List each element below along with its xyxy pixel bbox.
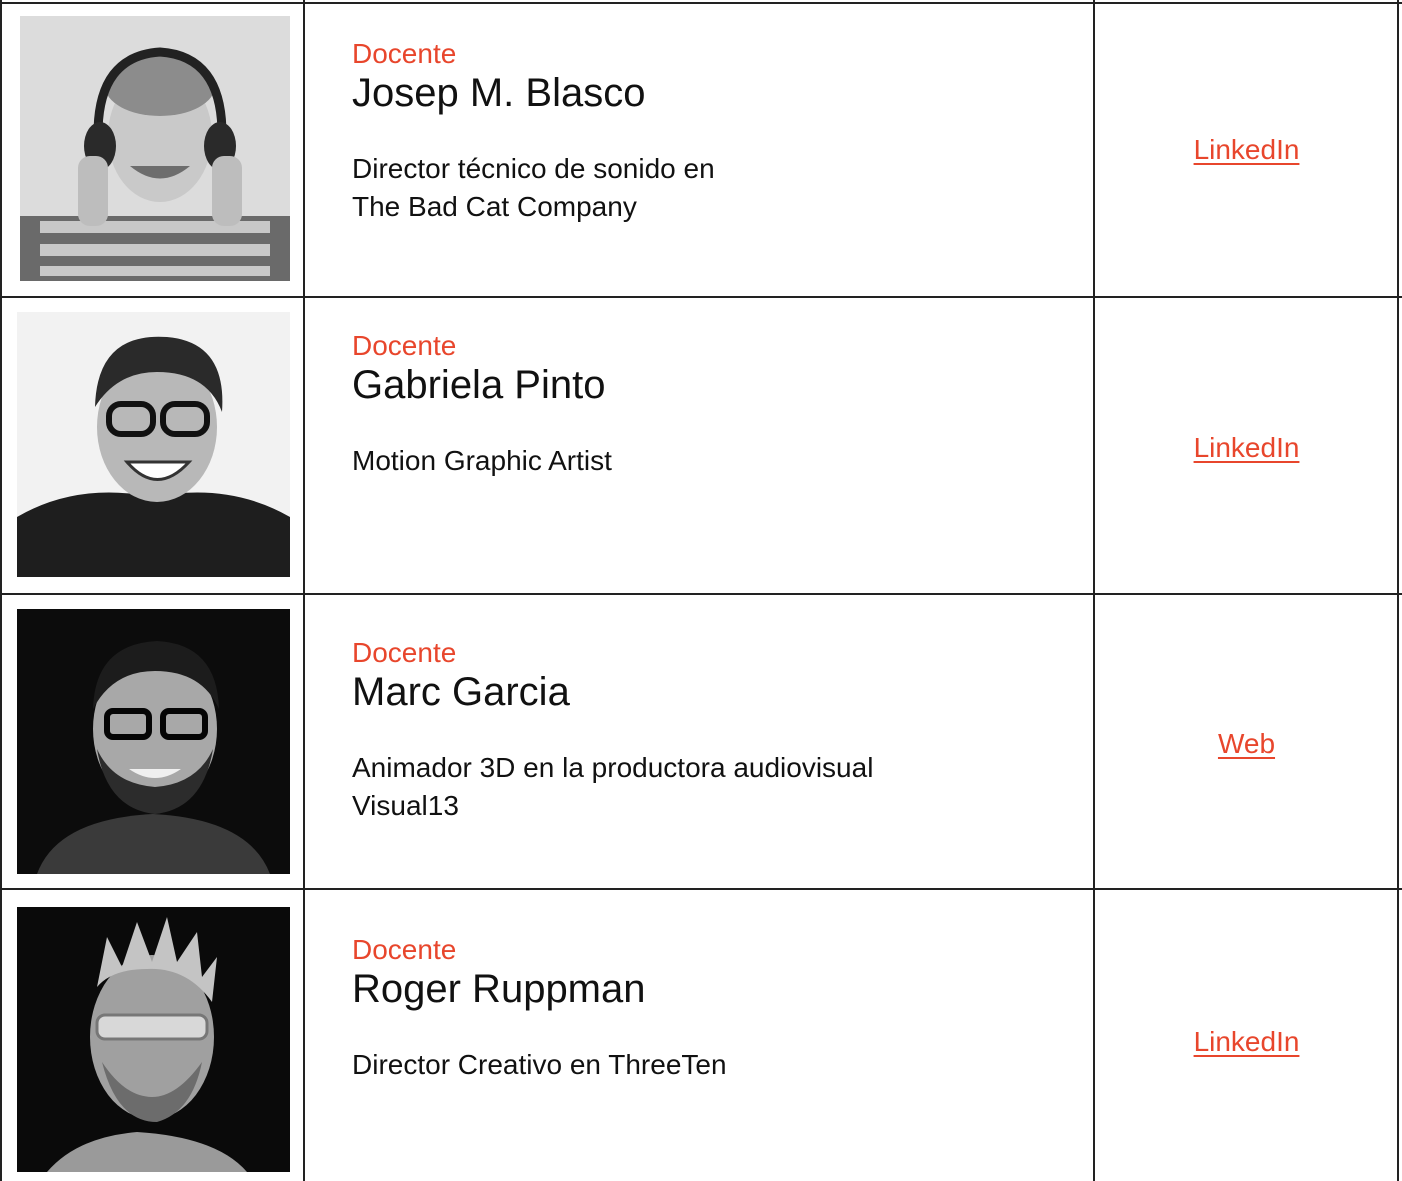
teacher-role: Docente xyxy=(352,330,457,361)
teacher-role: Docente xyxy=(352,38,457,69)
linkedin-link[interactable]: LinkedIn xyxy=(1194,432,1300,463)
teacher-role: Docente xyxy=(352,637,457,668)
teacher-info: Docente Marc Garcia Animador 3D en la pr… xyxy=(352,637,1072,825)
link-cell: Web xyxy=(1096,728,1397,760)
teacher-name: Roger Ruppman xyxy=(352,967,646,1011)
teacher-photo xyxy=(17,312,290,577)
teacher-info: Docente Gabriela Pinto Motion Graphic Ar… xyxy=(352,330,1072,480)
teacher-description: Director Creativo en ThreeTen xyxy=(352,1049,727,1080)
table-row: Docente Josep M. Blasco Director técnico… xyxy=(0,0,1402,298)
table-row: Docente Marc Garcia Animador 3D en la pr… xyxy=(0,595,1402,890)
teacher-description: Director técnico de sonido en The Bad Ca… xyxy=(352,153,715,222)
teacher-role: Docente xyxy=(352,934,457,965)
linkedin-link[interactable]: LinkedIn xyxy=(1194,134,1300,165)
table-row: Docente Roger Ruppman Director Creativo … xyxy=(0,890,1402,1181)
teacher-name: Gabriela Pinto xyxy=(352,363,606,407)
linkedin-link[interactable]: LinkedIn xyxy=(1194,1026,1300,1057)
link-cell: LinkedIn xyxy=(1096,134,1397,166)
link-cell: LinkedIn xyxy=(1096,432,1397,464)
web-link[interactable]: Web xyxy=(1218,728,1275,759)
link-cell: LinkedIn xyxy=(1096,1026,1397,1058)
teacher-info: Docente Josep M. Blasco Director técnico… xyxy=(352,38,1072,226)
teacher-info: Docente Roger Ruppman Director Creativo … xyxy=(352,934,1072,1084)
teacher-name: Marc Garcia xyxy=(352,670,570,714)
teacher-name: Josep M. Blasco xyxy=(352,71,646,115)
teachers-table: Docente Josep M. Blasco Director técnico… xyxy=(0,0,1402,1181)
teacher-photo xyxy=(17,907,290,1172)
teacher-photo xyxy=(17,609,290,874)
table-row: Docente Gabriela Pinto Motion Graphic Ar… xyxy=(0,298,1402,595)
teacher-description: Animador 3D en la productora audiovisual… xyxy=(352,752,874,821)
teacher-photo xyxy=(20,16,290,281)
teacher-description: Motion Graphic Artist xyxy=(352,445,612,476)
